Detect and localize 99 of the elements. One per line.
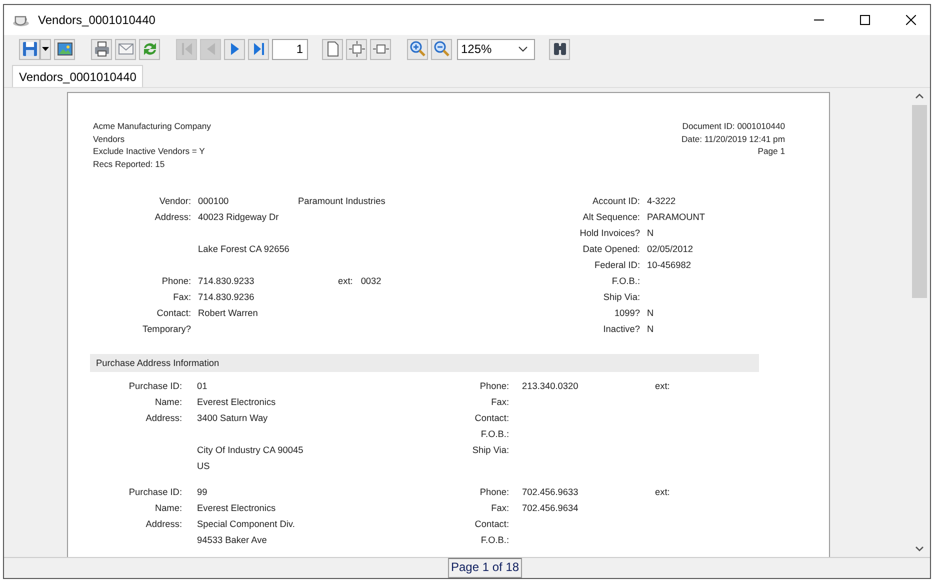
section-header: Purchase Address Information <box>90 354 759 372</box>
field-value: 702.456.9634 <box>522 502 578 513</box>
refresh-button[interactable] <box>139 38 160 60</box>
print-button[interactable] <box>91 38 112 60</box>
zoom-out-button[interactable] <box>431 38 452 60</box>
field-label: Vendor: <box>159 196 191 206</box>
field-value: City Of Industry CA 90045 <box>197 444 304 455</box>
field-label: ext: <box>655 380 670 391</box>
close-icon[interactable] <box>906 15 916 25</box>
fit-page-icon <box>348 40 366 58</box>
zoom-in-icon <box>408 40 426 58</box>
field-label: Alt Sequence: <box>582 212 640 222</box>
field-label: Address: <box>154 212 191 222</box>
header-line: Acme Manufacturing Company <box>93 120 211 133</box>
zoom-out-icon <box>432 40 450 58</box>
field-label: Address: <box>146 518 182 529</box>
chevron-down-icon <box>518 46 528 52</box>
zoom-in-button[interactable] <box>407 38 428 60</box>
field-label: ext: <box>338 276 353 286</box>
field-label: Purchase ID: <box>128 486 182 497</box>
field-value: Robert Warren <box>198 308 258 318</box>
field-value: N <box>647 228 654 238</box>
field-label: Contact: <box>474 518 509 529</box>
vendor-name: Paramount Industries <box>298 196 386 206</box>
save-button[interactable] <box>19 38 40 60</box>
export-image-button[interactable] <box>54 38 75 60</box>
field-label: F.O.B.: <box>480 428 509 439</box>
page-number-field[interactable]: 1 <box>272 38 308 60</box>
field-label: Fax: <box>491 396 509 407</box>
field-value: N <box>647 324 654 334</box>
field-label: Temporary? <box>142 324 191 334</box>
field-value: 714.830.9236 <box>198 292 254 302</box>
field-label: Hold Invoices? <box>580 228 640 238</box>
last-page-button[interactable] <box>248 38 269 60</box>
field-label: Phone: <box>162 276 191 286</box>
maximize-icon[interactable] <box>860 15 870 25</box>
field-label: Ship Via: <box>603 292 640 302</box>
field-label: Inactive? <box>603 324 640 334</box>
field-value: 702.456.9633 <box>522 486 578 497</box>
field-value: 3400 Saturn Way <box>197 412 268 423</box>
scroll-up-icon[interactable] <box>915 93 924 99</box>
field-label: Account ID: <box>592 196 640 206</box>
header-line: Document ID: 0001010440 <box>681 120 785 133</box>
field-label: Address: <box>146 412 182 423</box>
dropdown-button[interactable] <box>40 38 51 60</box>
field-label: Name: <box>154 396 182 407</box>
report-tab[interactable]: Vendors_0001010440 <box>12 65 144 87</box>
field-value: 10-456982 <box>647 260 691 270</box>
field-value: Everest Electronics <box>197 502 276 513</box>
next-page-button[interactable] <box>224 38 245 60</box>
field-value: 000100 <box>198 196 229 206</box>
field-label: Contact: <box>474 412 509 423</box>
field-label: Ship Via: <box>472 444 509 455</box>
field-label: Name: <box>154 502 182 513</box>
field-label: Fax: <box>173 292 191 302</box>
field-label: Federal ID: <box>594 260 640 270</box>
field-value: 99 <box>197 486 208 497</box>
field-label: Date Opened: <box>582 244 640 254</box>
field-label: Contact: <box>156 308 191 318</box>
field-value: PARAMOUNT <box>647 212 706 222</box>
header-line: Recs Reported: 15 <box>93 158 166 171</box>
scroll-down-icon[interactable] <box>915 546 924 552</box>
scrollbar-thumb[interactable] <box>912 105 927 298</box>
field-value: 01 <box>197 380 208 391</box>
field-label: Phone: <box>480 380 509 391</box>
field-label: ext: <box>655 486 670 497</box>
field-value: 94533 Baker Ave <box>197 534 267 545</box>
field-label: Purchase ID: <box>128 380 182 391</box>
field-label: Phone: <box>480 486 509 497</box>
header-line: Page 1 <box>756 145 785 158</box>
field-value: N <box>647 308 654 318</box>
header-line: Exclude Inactive Vendors = Y <box>93 145 206 158</box>
fit-page-button[interactable] <box>346 38 367 60</box>
field-value: Lake Forest CA 92656 <box>198 244 290 254</box>
field-label: F.O.B.: <box>612 276 640 286</box>
picture-icon <box>56 40 74 58</box>
app-icon <box>12 13 30 27</box>
fit-width-button[interactable] <box>370 38 391 60</box>
field-value: 4-3222 <box>647 196 676 206</box>
field-value: Special Component Div. <box>197 518 295 529</box>
zoom-dropdown[interactable]: 125% <box>457 38 535 60</box>
field-label: 1099? <box>614 308 640 318</box>
header-line: Vendors <box>93 132 126 146</box>
field-value: 0032 <box>360 276 382 286</box>
caret-icon <box>42 47 49 51</box>
field-value: US <box>197 460 210 471</box>
printer-icon <box>92 40 110 58</box>
field-value: 714.830.9233 <box>198 276 254 286</box>
field-value: 213.340.0320 <box>522 380 578 391</box>
page-count: Page 1 of 18 <box>448 558 522 578</box>
field-value: 02/05/2012 <box>647 244 693 254</box>
field-value: Everest Electronics <box>197 396 276 407</box>
field-label: F.O.B.: <box>480 534 509 545</box>
find-button[interactable] <box>549 38 570 60</box>
window-title: Vendors_0001010440 <box>38 13 156 27</box>
field-label: Fax: <box>491 502 509 513</box>
single-page-button[interactable] <box>322 38 343 60</box>
header-line: Date: 11/20/2019 12:41 pm <box>681 132 785 146</box>
field-value: 40023 Ridgeway Dr <box>198 212 279 222</box>
